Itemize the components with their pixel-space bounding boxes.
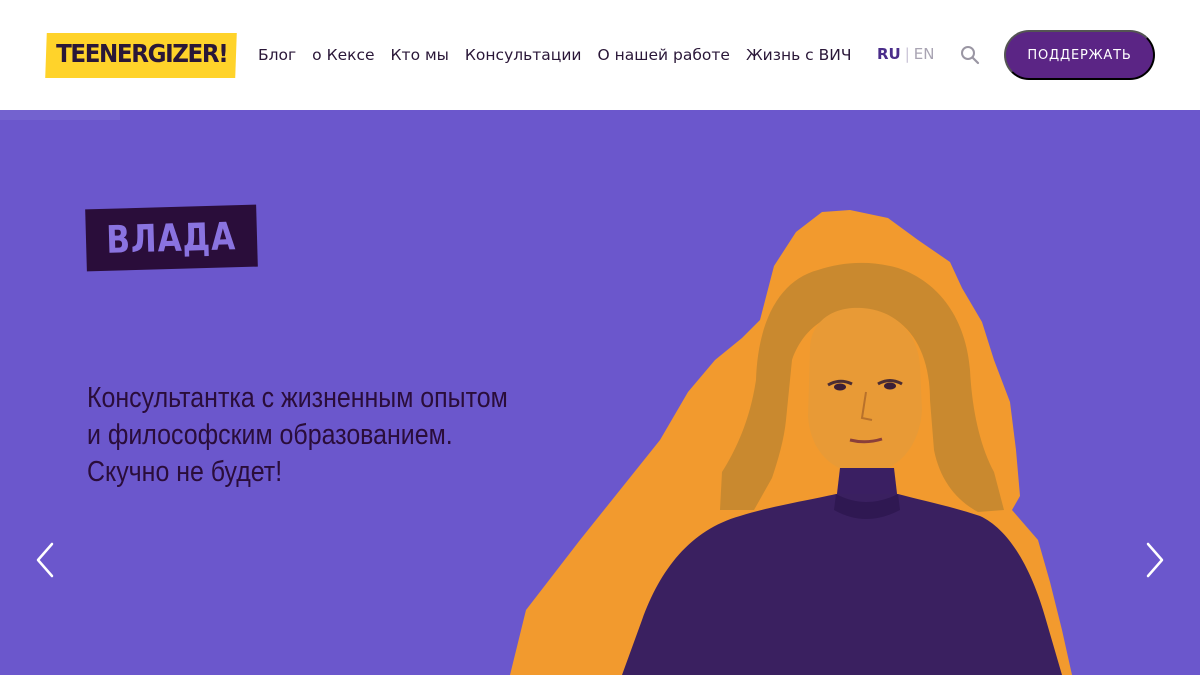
- consultant-name: ВЛАДА: [106, 214, 237, 262]
- consultant-tagline: Консультантка с жизненным опытом и филос…: [87, 380, 508, 491]
- lang-ru[interactable]: RU: [877, 45, 901, 63]
- slide-progress-bar: [0, 110, 1200, 120]
- language-switcher: RU | EN: [877, 45, 935, 63]
- tagline-line: Скучно не будет!: [87, 456, 283, 488]
- nav-item-living-with-hiv[interactable]: Жизнь с ВИЧ: [746, 46, 852, 64]
- nav-item-who-we-are[interactable]: Кто мы: [391, 46, 449, 64]
- lang-separator: |: [904, 45, 910, 63]
- hero-slider: ВЛАДА Консультантка с жизненным опытом и…: [0, 110, 1200, 675]
- tagline-line: Консультантка с жизненным опытом: [87, 382, 508, 414]
- name-plate: ВЛАДА: [85, 204, 258, 272]
- nav-item-consultations[interactable]: Консультации: [464, 46, 582, 69]
- lang-en[interactable]: EN: [914, 45, 935, 63]
- nav-item-about-keks[interactable]: о Кексе: [312, 46, 374, 64]
- slide-progress-fill: [0, 110, 120, 120]
- main-nav: Блог о Кексе Кто мы Консультации О нашей…: [258, 43, 867, 69]
- support-button[interactable]: ПОДДЕРЖАТЬ: [1004, 30, 1155, 80]
- chevron-left-icon[interactable]: [30, 540, 60, 580]
- site-header: TEENERGIZER! Блог о Кексе Кто мы Консуль…: [0, 0, 1200, 110]
- logo-text: TEENERGIZER!: [56, 39, 228, 68]
- chevron-right-icon[interactable]: [1140, 540, 1170, 580]
- nav-item-our-work[interactable]: О нашей работе: [598, 46, 730, 64]
- tagline-line: и философским образованием.: [87, 419, 453, 451]
- nav-item-blog[interactable]: Блог: [258, 46, 296, 64]
- consultant-photo: [510, 210, 1072, 675]
- search-icon[interactable]: [959, 44, 981, 66]
- logo[interactable]: TEENERGIZER!: [45, 33, 237, 78]
